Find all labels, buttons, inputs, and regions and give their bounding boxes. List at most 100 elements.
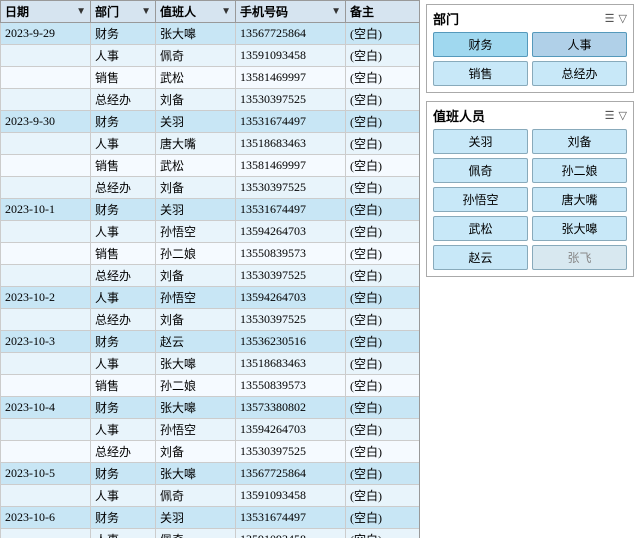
- table-cell: 人事: [91, 353, 156, 375]
- table-cell: (空白): [346, 89, 421, 111]
- table-area: 日期 ▼ 部门 ▼ 值班人 ▼: [0, 0, 420, 538]
- table-cell: 13591093458: [236, 529, 346, 538]
- table-cell: 武松: [156, 155, 236, 177]
- person-filter-label: 值班人员: [433, 106, 485, 125]
- table-cell: 关羽: [156, 199, 236, 221]
- table-cell: [1, 375, 91, 397]
- person-chip[interactable]: 关羽: [433, 129, 528, 154]
- table-cell: 人事: [91, 485, 156, 507]
- table-cell: 13531674497: [236, 507, 346, 529]
- table-row: 2023-10-4财务张大嗥13573380802(空白): [1, 397, 421, 419]
- table-cell: [1, 243, 91, 265]
- table-cell: 孙悟空: [156, 221, 236, 243]
- dept-filter-chips: 财务人事销售总经办: [433, 32, 627, 86]
- person-chip[interactable]: 孙二娘: [532, 158, 627, 183]
- table-cell: 销售: [91, 67, 156, 89]
- person-chip[interactable]: 佩奇: [433, 158, 528, 183]
- table-cell: 孙二娘: [156, 243, 236, 265]
- table-cell: [1, 67, 91, 89]
- table-cell: 张大嗥: [156, 353, 236, 375]
- col-header-note[interactable]: 备主: [346, 1, 421, 23]
- table-cell: 刘备: [156, 265, 236, 287]
- dept-chip[interactable]: 销售: [433, 61, 528, 86]
- table-cell: (空白): [346, 375, 421, 397]
- table-cell: 13536230516: [236, 331, 346, 353]
- table-cell: 13530397525: [236, 177, 346, 199]
- dept-chip[interactable]: 财务: [433, 32, 528, 57]
- table-cell: 13567725864: [236, 23, 346, 45]
- table-cell: (空白): [346, 67, 421, 89]
- table-cell: 13581469997: [236, 155, 346, 177]
- data-table: 日期 ▼ 部门 ▼ 值班人 ▼: [0, 0, 420, 538]
- table-cell: 人事: [91, 287, 156, 309]
- dept-filter-title: 部门 ☰ ▽: [433, 9, 627, 28]
- table-cell: 2023-10-2: [1, 287, 91, 309]
- table-cell: 总经办: [91, 265, 156, 287]
- table-cell: 张大嗥: [156, 23, 236, 45]
- person-filter-clear-icon[interactable]: ▽: [619, 109, 627, 122]
- table-cell: 总经办: [91, 177, 156, 199]
- table-cell: [1, 45, 91, 67]
- table-cell: 人事: [91, 133, 156, 155]
- table-cell: 13594264703: [236, 221, 346, 243]
- table-cell: 13530397525: [236, 309, 346, 331]
- right-panel: 部门 ☰ ▽ 财务人事销售总经办 值班人员 ☰ ▽ 关羽刘备佩奇孙二娘孙悟空唐大…: [420, 0, 640, 538]
- table-cell: [1, 529, 91, 538]
- dept-filter-clear-icon[interactable]: ▽: [619, 12, 627, 25]
- table-cell: 佩奇: [156, 45, 236, 67]
- table-cell: 刘备: [156, 177, 236, 199]
- person-filter-icon[interactable]: ▼: [221, 6, 231, 17]
- dept-filter-icon[interactable]: ▼: [141, 6, 151, 17]
- table-cell: (空白): [346, 177, 421, 199]
- table-row: 销售武松13581469997(空白): [1, 67, 421, 89]
- dept-chip[interactable]: 人事: [532, 32, 627, 57]
- table-cell: 张大嗥: [156, 397, 236, 419]
- person-chip[interactable]: 张大嗥: [532, 216, 627, 241]
- table-cell: [1, 419, 91, 441]
- table-cell: 唐大嘴: [156, 133, 236, 155]
- dept-filter-box: 部门 ☰ ▽ 财务人事销售总经办: [426, 4, 634, 93]
- table-cell: 孙悟空: [156, 419, 236, 441]
- person-sort-icon[interactable]: ☰: [605, 109, 615, 122]
- col-header-date[interactable]: 日期 ▼: [1, 1, 91, 23]
- table-cell: 佩奇: [156, 485, 236, 507]
- col-header-dept[interactable]: 部门 ▼: [91, 1, 156, 23]
- table-cell: 13531674497: [236, 199, 346, 221]
- table-row: 2023-10-5财务张大嗥13567725864(空白): [1, 463, 421, 485]
- table-cell: 13594264703: [236, 287, 346, 309]
- person-chip[interactable]: 唐大嘴: [532, 187, 627, 212]
- table-cell: 13518683463: [236, 133, 346, 155]
- table-cell: 13550839573: [236, 243, 346, 265]
- table-cell: (空白): [346, 221, 421, 243]
- person-chip[interactable]: 孙悟空: [433, 187, 528, 212]
- table-cell: 佩奇: [156, 529, 236, 538]
- table-row: 2023-10-6财务关羽13531674497(空白): [1, 507, 421, 529]
- table-cell: [1, 89, 91, 111]
- person-chip[interactable]: 武松: [433, 216, 528, 241]
- person-chip: 张飞: [532, 245, 627, 270]
- dept-sort-icon[interactable]: ☰: [605, 12, 615, 25]
- table-cell: 2023-10-5: [1, 463, 91, 485]
- person-filter-icons: ☰ ▽: [605, 109, 627, 122]
- dept-chip[interactable]: 总经办: [532, 61, 627, 86]
- person-chip[interactable]: 刘备: [532, 129, 627, 154]
- table-cell: (空白): [346, 397, 421, 419]
- col-header-person[interactable]: 值班人 ▼: [156, 1, 236, 23]
- dept-filter-icons: ☰ ▽: [605, 12, 627, 25]
- table-cell: 赵云: [156, 331, 236, 353]
- table-cell: (空白): [346, 199, 421, 221]
- table-row: 2023-10-1财务关羽13531674497(空白): [1, 199, 421, 221]
- table-row: 2023-10-3财务赵云13536230516(空白): [1, 331, 421, 353]
- table-cell: 财务: [91, 331, 156, 353]
- table-cell: 13530397525: [236, 89, 346, 111]
- table-cell: (空白): [346, 507, 421, 529]
- person-filter-title: 值班人员 ☰ ▽: [433, 106, 627, 125]
- table-cell: 13567725864: [236, 463, 346, 485]
- col-header-phone[interactable]: 手机号码 ▼: [236, 1, 346, 23]
- table-cell: 2023-9-30: [1, 111, 91, 133]
- table-row: 人事张大嗥13518683463(空白): [1, 353, 421, 375]
- table-row: 人事佩奇13591093458(空白): [1, 485, 421, 507]
- person-chip[interactable]: 赵云: [433, 245, 528, 270]
- date-filter-icon[interactable]: ▼: [76, 6, 86, 17]
- phone-filter-icon[interactable]: ▼: [331, 6, 341, 17]
